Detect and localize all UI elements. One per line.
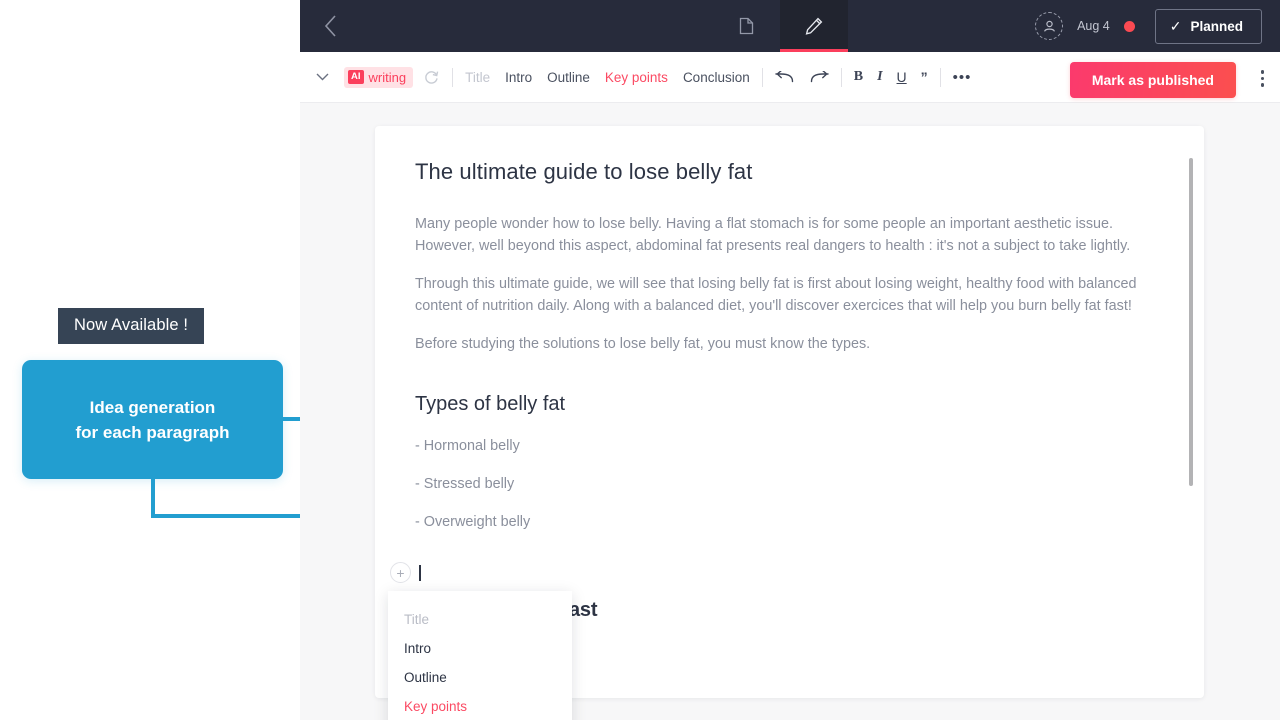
idea-generation-callout: Idea generation for each paragraph <box>22 360 283 479</box>
document-content[interactable]: The ultimate guide to lose belly fat Man… <box>375 126 1204 530</box>
dropdown-item-key-points[interactable]: Key points <box>388 692 572 720</box>
dot-3 <box>1260 83 1264 87</box>
scrollbar-thumb[interactable] <box>1189 158 1193 486</box>
screen: Now Available ! Idea generation for each… <box>0 0 1280 720</box>
pencil-icon <box>805 17 823 35</box>
now-available-badge: Now Available ! <box>58 308 205 344</box>
mark-as-published-button[interactable]: Mark as published <box>1069 62 1236 98</box>
top-bar-right: Aug 4 ✓ Planned <box>1035 0 1262 52</box>
toolbar-divider <box>452 67 454 87</box>
more-options-button[interactable]: ••• <box>953 69 972 86</box>
annotation-layer: Now Available ! Idea generation for each… <box>0 0 376 720</box>
plus-icon[interactable]: + <box>390 562 411 583</box>
segment-conclusion[interactable]: Conclusion <box>683 70 750 85</box>
refresh-icon <box>425 70 439 84</box>
status-dot <box>1123 20 1135 32</box>
dot-2 <box>1260 76 1264 80</box>
toolbar-divider-3 <box>840 67 842 87</box>
ai-chip-label: AI <box>348 70 364 84</box>
redo-arrow-icon <box>810 70 829 82</box>
quote-button[interactable]: ” <box>921 69 928 85</box>
editor-toolbar: AI writing Title Intro Outline Key point… <box>300 52 1280 103</box>
block-type-dropdown: Title Intro Outline Key points Conclusio… <box>388 591 572 720</box>
vertical-scrollbar[interactable] <box>1189 126 1193 698</box>
document-title[interactable]: The ultimate guide to lose belly fat <box>415 159 1159 185</box>
undo-button[interactable] <box>775 70 794 84</box>
add-block-row: + <box>390 562 421 583</box>
redo-button[interactable] <box>810 70 829 84</box>
paragraph-2[interactable]: Through this ultimate guide, we will see… <box>415 274 1159 317</box>
dropdown-item-outline[interactable]: Outline <box>388 663 572 692</box>
user-avatar-icon <box>1043 20 1055 32</box>
back-button[interactable] <box>300 0 360 52</box>
editor-tab[interactable] <box>780 0 848 52</box>
toolbar-collapse-button[interactable] <box>300 52 344 103</box>
check-icon: ✓ <box>1169 17 1182 34</box>
list-item[interactable]: - Overweight belly <box>415 514 1159 530</box>
list-item[interactable]: - Hormonal belly <box>415 438 1159 454</box>
history-controls <box>775 70 829 84</box>
status-planned-button[interactable]: ✓ Planned <box>1154 8 1262 44</box>
undo-arrow-icon <box>775 70 793 82</box>
document-icon <box>739 17 753 35</box>
list-item[interactable]: - Stressed belly <box>415 476 1159 492</box>
bold-button[interactable]: B <box>854 69 863 85</box>
callout-line-2: for each paragraph <box>75 422 230 442</box>
document-tab[interactable] <box>712 0 780 52</box>
segment-outline[interactable]: Outline <box>547 70 590 85</box>
callout-line-1: Idea generation <box>89 397 216 417</box>
segment-key-points[interactable]: Key points <box>605 70 668 85</box>
segment-intro[interactable]: Intro <box>505 70 532 85</box>
paragraph-1[interactable]: Many people wonder how to lose belly. Ha… <box>415 214 1159 257</box>
avatar[interactable] <box>1035 12 1064 40</box>
paragraph-3[interactable]: Before studying the solutions to lose be… <box>415 334 1159 356</box>
top-tabs <box>712 0 848 52</box>
dropdown-item-title[interactable]: Title <box>388 605 572 634</box>
ai-writing-label: writing <box>368 69 407 85</box>
idea-generation-callout-text: Idea generation for each paragraph <box>76 395 230 445</box>
date-label: Aug 4 <box>1077 19 1110 33</box>
top-navigation-bar: Aug 4 ✓ Planned <box>300 0 1280 52</box>
dot-1 <box>1260 70 1264 74</box>
italic-button[interactable]: I <box>877 69 882 85</box>
ai-writing-badge[interactable]: AI writing <box>344 66 414 88</box>
segment-list: Title Intro Outline Key points Conclusio… <box>465 70 750 85</box>
text-cursor <box>419 564 421 581</box>
toolbar-divider-2 <box>761 67 763 87</box>
regenerate-button[interactable] <box>423 69 440 86</box>
vertical-dots-icon[interactable] <box>1260 70 1264 87</box>
underline-button[interactable]: U <box>897 69 907 85</box>
section-heading[interactable]: Types of belly fat <box>415 393 1159 416</box>
segment-title[interactable]: Title <box>465 70 490 85</box>
status-planned-label: Planned <box>1190 18 1243 34</box>
dropdown-item-intro[interactable]: Intro <box>388 634 572 663</box>
chevron-left-icon <box>324 15 336 37</box>
format-controls: B I U ” <box>854 69 928 85</box>
toolbar-divider-4 <box>939 67 941 87</box>
chevron-down-icon <box>316 73 328 81</box>
